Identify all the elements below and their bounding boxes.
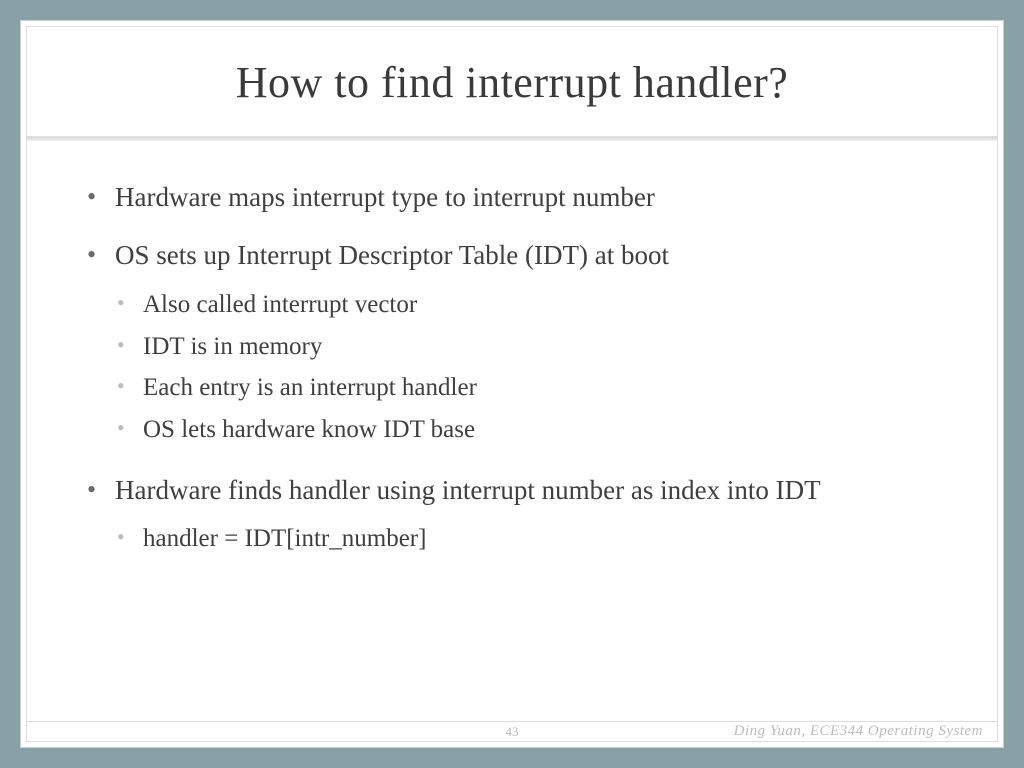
bullet-item: Hardware finds handler using interrupt n…: [87, 472, 947, 559]
bullet-item: Hardware maps interrupt type to interrup…: [87, 179, 947, 215]
sub-bullet-text: Also called interrupt vector: [143, 291, 417, 318]
page-number: 43: [506, 724, 519, 740]
sub-bullet-text: handler = IDT[intr_number]: [143, 525, 426, 552]
sub-bullet-item: Also called interrupt vector: [115, 286, 947, 325]
bullet-text: Hardware finds handler using interrupt n…: [115, 475, 821, 505]
slide-inner: How to find interrupt handler? Hardware …: [26, 26, 998, 742]
sub-bullet-item: handler = IDT[intr_number]: [115, 520, 947, 559]
title-box: How to find interrupt handler?: [27, 27, 997, 137]
sub-bullet-item: IDT is in memory: [115, 328, 947, 367]
footer-credit: Ding Yuan, ECE344 Operating System: [734, 723, 983, 740]
bullet-list: Hardware maps interrupt type to interrup…: [87, 179, 947, 559]
sub-bullet-list: Also called interrupt vector IDT is in m…: [115, 286, 947, 450]
bullet-text: Hardware maps interrupt type to interrup…: [115, 182, 655, 212]
sub-bullet-list: handler = IDT[intr_number]: [115, 520, 947, 559]
slide: How to find interrupt handler? Hardware …: [20, 20, 1004, 748]
bullet-text: OS sets up Interrupt Descriptor Table (I…: [115, 240, 669, 270]
sub-bullet-item: Each entry is an interrupt handler: [115, 369, 947, 408]
bullet-item: OS sets up Interrupt Descriptor Table (I…: [87, 237, 947, 449]
sub-bullet-text: OS lets hardware know IDT base: [143, 416, 475, 443]
sub-bullet-item: OS lets hardware know IDT base: [115, 411, 947, 450]
sub-bullet-text: IDT is in memory: [143, 333, 322, 360]
slide-footer: 43 Ding Yuan, ECE344 Operating System: [27, 721, 997, 741]
slide-content: Hardware maps interrupt type to interrup…: [27, 141, 997, 721]
slide-title: How to find interrupt handler?: [47, 57, 977, 108]
sub-bullet-text: Each entry is an interrupt handler: [143, 374, 477, 401]
